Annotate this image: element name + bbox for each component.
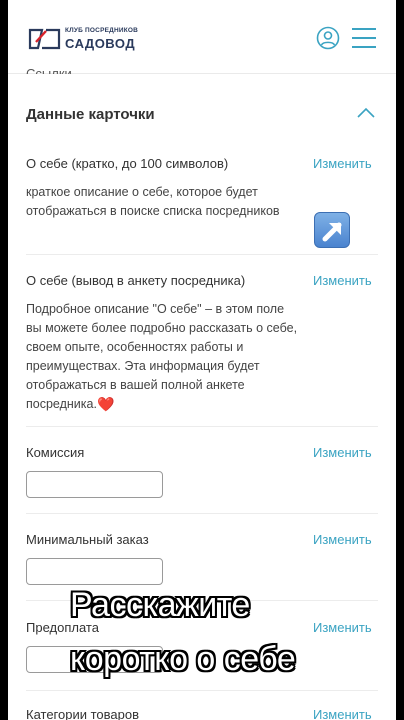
full-about-text: Подробное описание "О себе" – в этом пол…: [26, 302, 298, 411]
hamburger-menu-icon[interactable]: [352, 27, 376, 49]
field-label-full-about: О себе (вывод в анкету посредника): [26, 273, 246, 288]
edit-min-order-link[interactable]: Изменить: [313, 532, 372, 547]
min-order-input[interactable]: [26, 558, 163, 585]
caption-line-2: коротко о себе: [70, 640, 296, 678]
card-section-header[interactable]: Данные карточки: [8, 92, 396, 138]
divider: [26, 513, 378, 514]
logo-title: САДОВОД: [65, 35, 136, 51]
profile-icon[interactable]: [316, 26, 340, 50]
divider: [26, 690, 378, 691]
edit-commission-link[interactable]: Изменить: [313, 445, 372, 460]
caption-line-1: Расскажите: [70, 586, 250, 624]
commission-input[interactable]: [26, 471, 163, 498]
edit-short-about-link[interactable]: Изменить: [313, 156, 372, 171]
full-about-value: Подробное описание "О себе" – в этом пол…: [26, 300, 301, 414]
phone-screen: КЛУБ ПОСРЕДНИКОВ САДОВОД Ссылки Данные к…: [8, 0, 396, 720]
field-label-short-about: О себе (кратко, до 100 символов): [26, 156, 229, 171]
short-about-value: краткое описание о себе, которое будет о…: [26, 185, 280, 218]
section-title: Данные карточки: [26, 106, 155, 123]
logo-subtitle: КЛУБ ПОСРЕДНИКОВ: [65, 27, 139, 35]
divider: [26, 254, 378, 255]
field-label-min-order: Минимальный заказ: [26, 532, 149, 547]
app-header: КЛУБ ПОСРЕДНИКОВ САДОВОД: [8, 0, 396, 74]
chevron-up-icon[interactable]: [356, 106, 376, 120]
divider: [26, 426, 378, 427]
previous-row-label: Ссылки: [26, 66, 72, 74]
edit-prepayment-link[interactable]: Изменить: [313, 620, 372, 635]
field-label-categories: Категории товаров: [26, 707, 140, 720]
logo[interactable]: КЛУБ ПОСРЕДНИКОВ САДОВОД: [28, 28, 138, 50]
edit-full-about-link[interactable]: Изменить: [313, 273, 372, 288]
field-label-commission: Комиссия: [26, 445, 85, 460]
arrow-up-right-icon: [314, 212, 350, 248]
logo-mark-icon: [28, 28, 61, 50]
edit-categories-link[interactable]: Изменить: [313, 707, 372, 720]
heart-icon: ❤️: [96, 396, 115, 412]
